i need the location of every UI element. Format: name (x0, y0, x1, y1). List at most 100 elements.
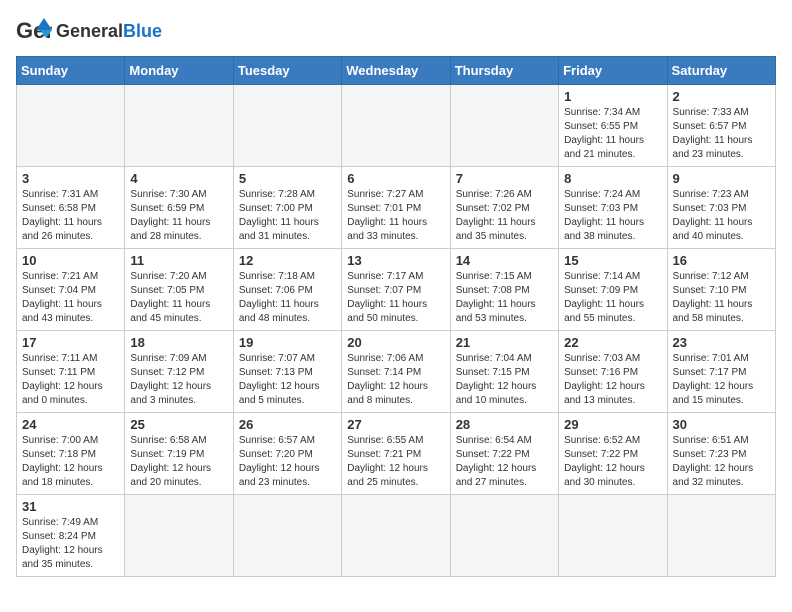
day-cell: 3 Sunrise: 7:31 AM Sunset: 6:58 PM Daylig… (17, 167, 125, 249)
day-number: 30 (673, 417, 770, 432)
day-number: 12 (239, 253, 336, 268)
week-row-2: 3 Sunrise: 7:31 AM Sunset: 6:58 PM Daylig… (17, 167, 776, 249)
day-cell: 27Sunrise: 6:55 AM Sunset: 7:21 PM Dayli… (342, 413, 450, 495)
day-number: 17 (22, 335, 119, 350)
day-cell: 7Sunrise: 7:26 AM Sunset: 7:02 PM Daylig… (450, 167, 558, 249)
weekday-header-tuesday: Tuesday (233, 57, 341, 85)
logo-text: GeneralBlue (56, 22, 162, 40)
logo-icon: General (16, 16, 52, 46)
day-info: Sunrise: 7:03 AM Sunset: 7:16 PM Dayligh… (564, 352, 661, 408)
day-info: Sunrise: 7:14 AM Sunset: 7:09 PM Dayligh… (564, 270, 661, 326)
day-info: Sunrise: 6:57 AM Sunset: 7:20 PM Dayligh… (239, 434, 336, 490)
day-cell: 23 Sunrise: 7:01 AM Sunset: 7:17 PM Dayli… (667, 331, 775, 413)
day-number: 7 (456, 171, 553, 186)
week-row-6: 31 Sunrise: 7:49 AM Sunset: 8:24 PM Dayli… (17, 495, 776, 577)
day-info: Sunrise: 6:54 AM Sunset: 7:22 PM Dayligh… (456, 434, 553, 490)
day-cell: 28 Sunrise: 6:54 AM Sunset: 7:22 PM Dayli… (450, 413, 558, 495)
day-number: 25 (130, 417, 227, 432)
week-row-4: 17 Sunrise: 7:11 AM Sunset: 7:11 PM Dayli… (17, 331, 776, 413)
day-number: 23 (673, 335, 770, 350)
day-number: 21 (456, 335, 553, 350)
day-cell (17, 85, 125, 167)
day-info: Sunrise: 7:00 AM Sunset: 7:18 PM Dayligh… (22, 434, 119, 490)
day-cell: 16 Sunrise: 7:12 AM Sunset: 7:10 PM Dayli… (667, 249, 775, 331)
day-cell: 5Sunrise: 7:28 AM Sunset: 7:00 PM Daylig… (233, 167, 341, 249)
day-number: 13 (347, 253, 444, 268)
day-number: 29 (564, 417, 661, 432)
day-number: 31 (22, 499, 119, 514)
day-cell: 30 Sunrise: 6:51 AM Sunset: 7:23 PM Dayli… (667, 413, 775, 495)
day-cell: 15Sunrise: 7:14 AM Sunset: 7:09 PM Dayli… (559, 249, 667, 331)
day-info: Sunrise: 7:31 AM Sunset: 6:58 PM Dayligh… (22, 188, 119, 244)
day-cell: 17 Sunrise: 7:11 AM Sunset: 7:11 PM Dayli… (17, 331, 125, 413)
day-info: Sunrise: 7:20 AM Sunset: 7:05 PM Dayligh… (130, 270, 227, 326)
day-cell (450, 85, 558, 167)
day-info: Sunrise: 7:28 AM Sunset: 7:00 PM Dayligh… (239, 188, 336, 244)
day-cell: 22Sunrise: 7:03 AM Sunset: 7:16 PM Dayli… (559, 331, 667, 413)
day-number: 28 (456, 417, 553, 432)
day-info: Sunrise: 7:49 AM Sunset: 8:24 PM Dayligh… (22, 516, 119, 572)
day-number: 9 (673, 171, 770, 186)
header: General GeneralBlue (16, 16, 776, 46)
day-cell: 12 Sunrise: 7:18 AM Sunset: 7:06 PM Dayli… (233, 249, 341, 331)
day-info: Sunrise: 7:12 AM Sunset: 7:10 PM Dayligh… (673, 270, 770, 326)
day-info: Sunrise: 7:18 AM Sunset: 7:06 PM Dayligh… (239, 270, 336, 326)
day-number: 2 (673, 89, 770, 104)
day-cell: 8 Sunrise: 7:24 AM Sunset: 7:03 PM Daylig… (559, 167, 667, 249)
day-cell: 31 Sunrise: 7:49 AM Sunset: 8:24 PM Dayli… (17, 495, 125, 577)
day-cell: 11 Sunrise: 7:20 AM Sunset: 7:05 PM Dayli… (125, 249, 233, 331)
day-info: Sunrise: 7:15 AM Sunset: 7:08 PM Dayligh… (456, 270, 553, 326)
day-info: Sunrise: 7:33 AM Sunset: 6:57 PM Dayligh… (673, 106, 770, 162)
day-number: 26 (239, 417, 336, 432)
day-number: 19 (239, 335, 336, 350)
day-cell: 6Sunrise: 7:27 AM Sunset: 7:01 PM Daylig… (342, 167, 450, 249)
day-info: Sunrise: 6:58 AM Sunset: 7:19 PM Dayligh… (130, 434, 227, 490)
day-info: Sunrise: 6:55 AM Sunset: 7:21 PM Dayligh… (347, 434, 444, 490)
weekday-header-monday: Monday (125, 57, 233, 85)
day-cell (125, 495, 233, 577)
day-cell: 19 Sunrise: 7:07 AM Sunset: 7:13 PM Dayli… (233, 331, 341, 413)
day-info: Sunrise: 7:23 AM Sunset: 7:03 PM Dayligh… (673, 188, 770, 244)
day-number: 20 (347, 335, 444, 350)
day-number: 16 (673, 253, 770, 268)
day-info: Sunrise: 7:04 AM Sunset: 7:15 PM Dayligh… (456, 352, 553, 408)
week-row-1: 1Sunrise: 7:34 AM Sunset: 6:55 PM Daylig… (17, 85, 776, 167)
day-info: Sunrise: 7:24 AM Sunset: 7:03 PM Dayligh… (564, 188, 661, 244)
day-cell: 2 Sunrise: 7:33 AM Sunset: 6:57 PM Daylig… (667, 85, 775, 167)
calendar: SundayMondayTuesdayWednesdayThursdayFrid… (16, 56, 776, 577)
weekday-header-sunday: Sunday (17, 57, 125, 85)
day-number: 3 (22, 171, 119, 186)
weekday-header-saturday: Saturday (667, 57, 775, 85)
day-number: 8 (564, 171, 661, 186)
day-cell: 24 Sunrise: 7:00 AM Sunset: 7:18 PM Dayli… (17, 413, 125, 495)
day-cell: 18Sunrise: 7:09 AM Sunset: 7:12 PM Dayli… (125, 331, 233, 413)
day-number: 24 (22, 417, 119, 432)
weekday-header-thursday: Thursday (450, 57, 558, 85)
day-info: Sunrise: 7:27 AM Sunset: 7:01 PM Dayligh… (347, 188, 444, 244)
day-number: 18 (130, 335, 227, 350)
weekday-header-wednesday: Wednesday (342, 57, 450, 85)
day-info: Sunrise: 7:11 AM Sunset: 7:11 PM Dayligh… (22, 352, 119, 408)
day-cell (342, 85, 450, 167)
day-cell: 4Sunrise: 7:30 AM Sunset: 6:59 PM Daylig… (125, 167, 233, 249)
day-number: 10 (22, 253, 119, 268)
day-cell (125, 85, 233, 167)
week-row-3: 10 Sunrise: 7:21 AM Sunset: 7:04 PM Dayli… (17, 249, 776, 331)
day-info: Sunrise: 6:51 AM Sunset: 7:23 PM Dayligh… (673, 434, 770, 490)
day-cell: 13 Sunrise: 7:17 AM Sunset: 7:07 PM Dayli… (342, 249, 450, 331)
day-number: 14 (456, 253, 553, 268)
day-info: Sunrise: 7:34 AM Sunset: 6:55 PM Dayligh… (564, 106, 661, 162)
weekday-header-friday: Friday (559, 57, 667, 85)
day-cell: 25 Sunrise: 6:58 AM Sunset: 7:19 PM Dayli… (125, 413, 233, 495)
logo: General GeneralBlue (16, 16, 162, 46)
day-info: Sunrise: 7:21 AM Sunset: 7:04 PM Dayligh… (22, 270, 119, 326)
day-cell (233, 495, 341, 577)
day-info: Sunrise: 7:17 AM Sunset: 7:07 PM Dayligh… (347, 270, 444, 326)
day-number: 11 (130, 253, 227, 268)
day-info: Sunrise: 7:07 AM Sunset: 7:13 PM Dayligh… (239, 352, 336, 408)
day-cell: 29Sunrise: 6:52 AM Sunset: 7:22 PM Dayli… (559, 413, 667, 495)
week-row-5: 24 Sunrise: 7:00 AM Sunset: 7:18 PM Dayli… (17, 413, 776, 495)
day-info: Sunrise: 7:01 AM Sunset: 7:17 PM Dayligh… (673, 352, 770, 408)
day-cell (233, 85, 341, 167)
day-cell (450, 495, 558, 577)
